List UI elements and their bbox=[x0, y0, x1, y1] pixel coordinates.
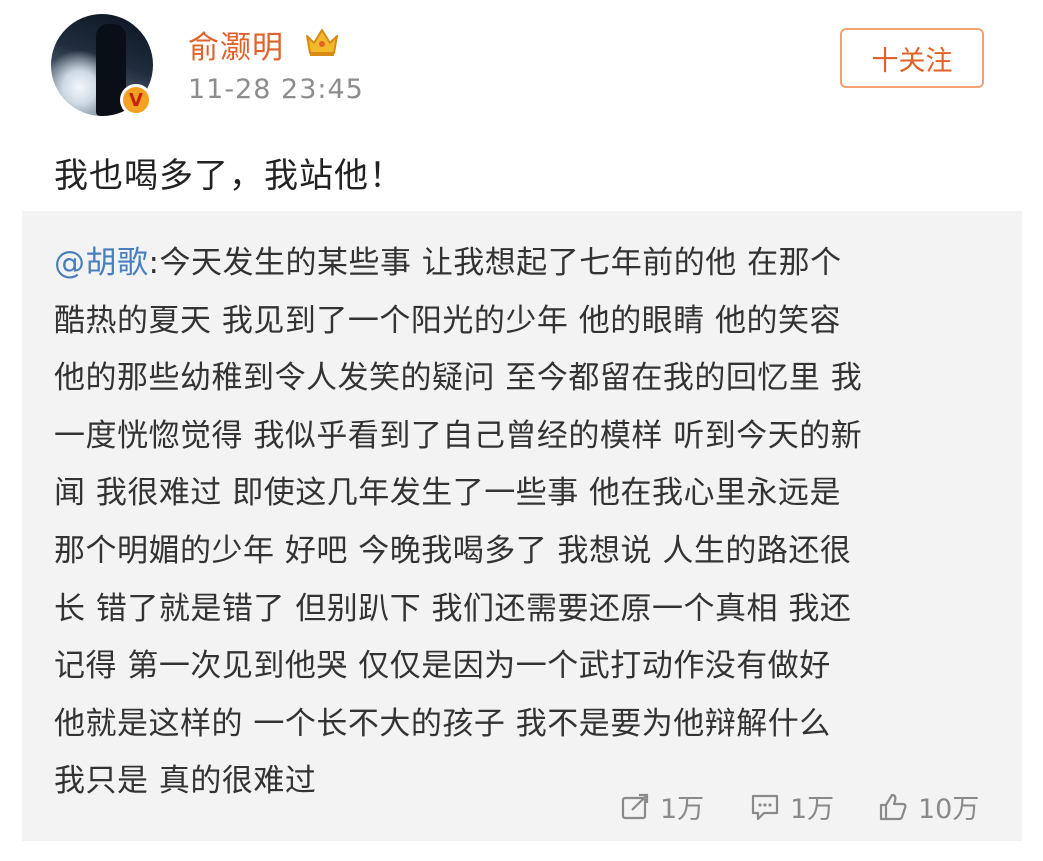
repost-card[interactable]: @胡歌:今天发生的某些事 让我想起了七年前的他 在那个 酷热的夏天 我见到了一个… bbox=[22, 211, 1022, 841]
repost-line: 他就是这样的 一个长不大的孩子 我不是要为他辩解什么 bbox=[54, 705, 831, 742]
repost-text: @胡歌:今天发生的某些事 让我想起了七年前的他 在那个 酷热的夏天 我见到了一个… bbox=[54, 235, 994, 811]
repost-button[interactable]: 1万 bbox=[620, 787, 704, 826]
repost-line: 闻 我很难过 即使这几年发生了一些事 他在我心里永远是 bbox=[54, 475, 842, 512]
crown-icon bbox=[306, 29, 338, 56]
like-count: 10万 bbox=[918, 794, 980, 825]
repost-icon bbox=[621, 793, 649, 819]
comment-icon bbox=[751, 794, 779, 820]
username[interactable]: 俞灏明 bbox=[188, 22, 284, 67]
comment-button[interactable]: 1万 bbox=[750, 787, 834, 826]
post-text: 我也喝多了，我站他！ bbox=[54, 156, 404, 196]
repost-line: 记得 第一次见到他哭 仅仅是因为一个武打动作没有做好 bbox=[54, 648, 831, 685]
follow-button[interactable]: 十关注 bbox=[840, 28, 984, 88]
repost-line: 那个明媚的少年 好吧 今晚我喝多了 我想说 人生的路还很 bbox=[54, 532, 852, 569]
mention-link[interactable]: @胡歌 bbox=[54, 245, 149, 281]
repost-line: 酷热的夏天 我见到了一个阳光的少年 他的眼睛 他的笑容 bbox=[54, 302, 842, 339]
comment-count: 1万 bbox=[790, 794, 835, 825]
like-button[interactable]: 10万 bbox=[878, 787, 979, 826]
repost-line: 他的那些幼稚到令人发笑的疑问 至今都留在我的回忆里 我 bbox=[54, 360, 863, 397]
post-timestamp: 11-28 23:45 bbox=[188, 74, 364, 105]
repost-line: @胡歌:今天发生的某些事 让我想起了七年前的他 在那个 bbox=[54, 245, 842, 281]
repost-line: 长 错了就是错了 但别趴下 我们还需要还原一个真相 我还 bbox=[54, 590, 852, 627]
action-bar: 1万 1万 10万 bbox=[22, 787, 1022, 827]
repost-line: 一度恍惚觉得 我似乎看到了自己曾经的模样 听到今天的新 bbox=[54, 417, 863, 454]
verified-badge-icon: V bbox=[120, 84, 152, 116]
repost-count: 1万 bbox=[660, 794, 705, 825]
like-icon bbox=[879, 793, 907, 820]
